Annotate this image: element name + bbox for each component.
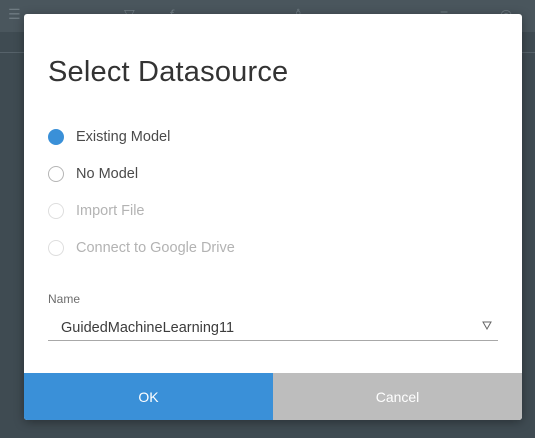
dialog-title: Select Datasource: [48, 56, 289, 88]
radio-disabled-icon: [48, 203, 64, 219]
menu-icon: ☰: [8, 6, 21, 22]
radio-disabled-icon: [48, 240, 64, 256]
radio-option-google-drive: Connect to Google Drive: [48, 237, 235, 259]
name-select[interactable]: GuidedMachineLearning11: [48, 314, 498, 341]
radio-option-no-model[interactable]: No Model: [48, 163, 138, 185]
name-field-label: Name: [48, 292, 81, 306]
radio-option-import-file: Import File: [48, 200, 145, 222]
radio-label-existing-model: Existing Model: [76, 129, 171, 145]
radio-label-import-file: Import File: [76, 203, 145, 219]
cancel-button[interactable]: Cancel: [273, 373, 522, 420]
radio-selected-icon[interactable]: [48, 129, 64, 145]
radio-label-no-model: No Model: [76, 166, 139, 182]
radio-unselected-icon[interactable]: [48, 166, 64, 182]
select-datasource-dialog: Select Datasource Existing Model No Mode…: [24, 14, 522, 420]
radio-label-google-drive: Connect to Google Drive: [76, 240, 235, 256]
dropdown-triangle-icon[interactable]: [482, 320, 492, 330]
radio-option-existing-model[interactable]: Existing Model: [48, 126, 170, 148]
ok-button[interactable]: OK: [24, 373, 273, 420]
name-select-value: GuidedMachineLearning11: [61, 320, 235, 336]
